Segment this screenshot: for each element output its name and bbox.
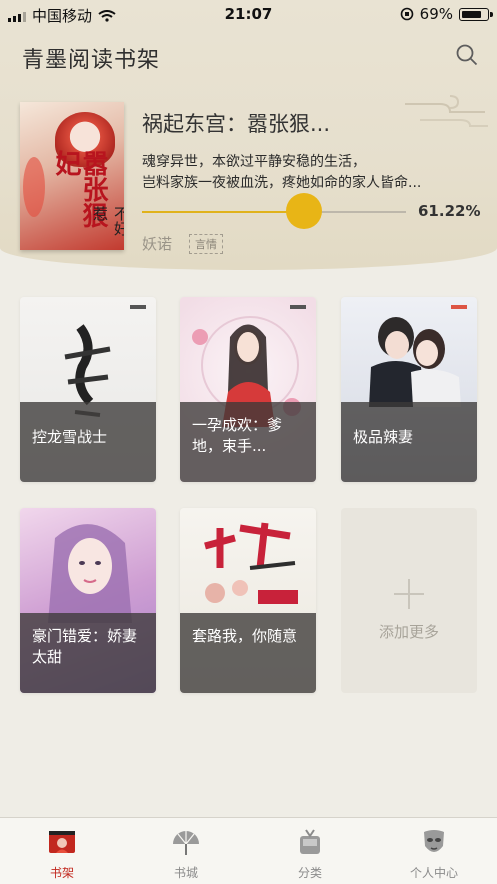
shelf-book-card[interactable]: 一孕成欢：爹地，束手... [180, 297, 316, 482]
fan-icon [173, 831, 199, 855]
book-title: 控龙雪战士 [32, 428, 108, 446]
bookshelf-icon [49, 831, 75, 853]
cloud-decoration-icon [405, 95, 488, 127]
genre-tag: 言情 [189, 234, 223, 254]
progress-fill [142, 211, 304, 213]
tab-label: 分类 [297, 866, 322, 880]
opera-mask-icon [424, 830, 444, 852]
battery-percent: 69% [419, 5, 453, 23]
shelf-book-card[interactable]: 套路我，你随意 [180, 508, 316, 693]
current-book-description: 魂穿异世，本欲过平静安稳的生活， 岂料家族一夜被血洗，疼她如命的家人皆命... [142, 152, 472, 194]
reading-progress-slider[interactable] [142, 193, 406, 229]
tab-profile[interactable]: 个人中心 [372, 818, 496, 884]
current-book-cover[interactable]: 嚣张狠妃 不好惹 [20, 102, 124, 250]
plus-icon [394, 579, 424, 609]
cover-subtitle: 不好惹 [91, 206, 124, 236]
app-title: 青墨阅读书架 [22, 48, 161, 73]
tab-label: 书架 [49, 866, 74, 880]
status-bar: 中国移动 21:07 69% [0, 0, 497, 30]
add-more-label: 添加更多 [378, 623, 439, 641]
add-more-button[interactable]: 添加更多 [341, 508, 477, 693]
description-line: 岂料家族一夜被血洗，疼她如命的家人皆命... [142, 175, 422, 191]
book-title: 极品辣妻 [353, 428, 414, 446]
battery-icon [459, 7, 493, 21]
shelf-book-card[interactable]: 极品辣妻 [341, 297, 477, 482]
description-line: 魂穿异世，本欲过平静安稳的生活， [142, 154, 366, 170]
book-title: 豪门错爱：娇妻太甜 [32, 627, 138, 666]
shelf-book-card[interactable]: 豪门错爱：娇妻太甜 [20, 508, 156, 693]
tab-category[interactable]: 分类 [248, 818, 372, 884]
shelf-book-card[interactable]: 控龙雪战士 [20, 297, 156, 482]
tv-icon [300, 829, 320, 854]
current-book-title[interactable]: 祸起东宫：嚣张狠... [142, 108, 330, 138]
book-title: 套路我，你随意 [192, 627, 298, 645]
progress-percent: 61.22% [418, 202, 481, 220]
tab-label: 书城 [173, 866, 198, 880]
search-icon[interactable] [456, 44, 478, 66]
tab-bookshelf[interactable]: 书架 [0, 818, 124, 884]
tab-bar: 书架 书城 分类 个人中心 [0, 817, 497, 884]
rotation-lock-icon [400, 7, 413, 21]
tab-bookstore[interactable]: 书城 [124, 818, 248, 884]
book-author: 妖诺 [142, 235, 173, 253]
book-title: 一孕成欢：爹地，束手... [192, 416, 283, 455]
progress-knob[interactable] [285, 193, 322, 229]
tab-label: 个人中心 [409, 866, 458, 880]
